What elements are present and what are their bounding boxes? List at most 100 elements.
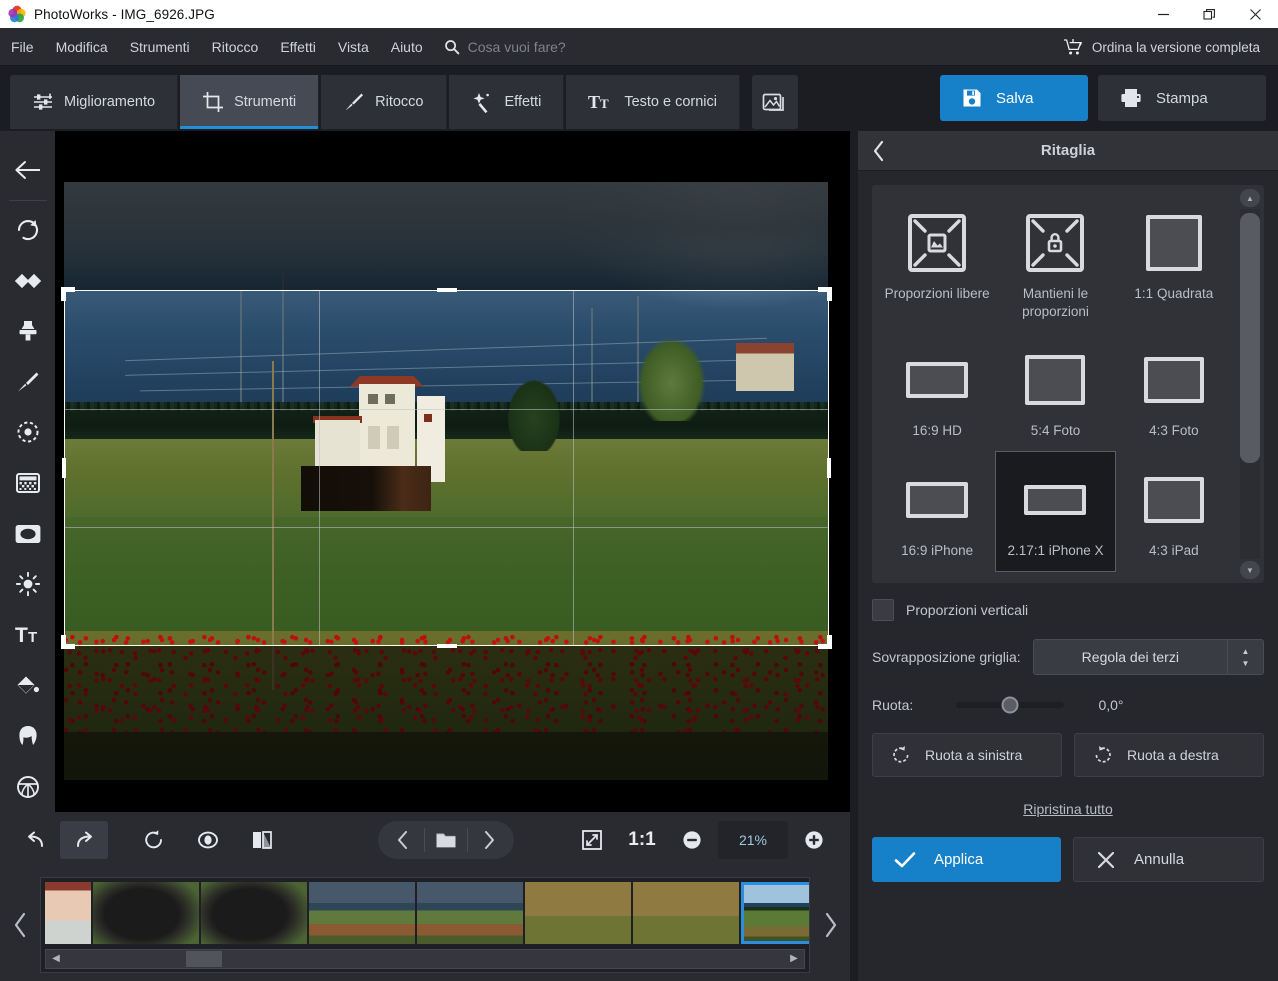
order-full-version-button[interactable]: Ordina la versione completa [1055, 28, 1268, 66]
previous-image-button[interactable] [382, 821, 424, 859]
rotate-slider[interactable] [956, 696, 1064, 714]
preset-scroll-thumb[interactable] [1240, 213, 1260, 463]
preset-16-9-hd[interactable]: 16:9 HD [878, 332, 996, 452]
next-image-button[interactable] [468, 821, 510, 859]
tab-ritocco[interactable]: Ritocco [321, 75, 447, 129]
compare-eye-button[interactable] [184, 821, 232, 859]
grid-overlay-select[interactable]: Regola dei terzi ▲ ▼ [1032, 639, 1264, 675]
zoom-out-button[interactable] [668, 821, 716, 859]
menu-ritocco[interactable]: Ritocco [201, 28, 270, 66]
gallery-button[interactable] [752, 75, 798, 129]
rotate-left-button[interactable]: Ruota a sinistra [872, 733, 1062, 777]
rotate-left-button[interactable] [130, 821, 178, 859]
maximize-restore-button[interactable] [1186, 0, 1232, 28]
photo-utility-pole [271, 361, 274, 691]
preset-mantieni-proporzioni[interactable]: Mantieni le proporzioni [996, 195, 1114, 332]
filmstrip-scroll-thumb[interactable] [186, 950, 222, 967]
print-label: Stampa [1156, 89, 1208, 107]
radial-filter-icon[interactable] [3, 407, 53, 458]
close-button[interactable] [1232, 0, 1278, 28]
portrait-icon[interactable] [3, 711, 53, 762]
menu-file[interactable]: File [0, 28, 45, 66]
zoom-level-display[interactable]: 21% [718, 821, 788, 859]
menu-aiuto[interactable]: Aiuto [380, 28, 434, 66]
open-folder-button[interactable] [425, 821, 467, 859]
list-item[interactable] [93, 881, 199, 944]
healing-patch-icon[interactable] [3, 255, 53, 306]
menu-vista[interactable]: Vista [327, 28, 380, 66]
search-box[interactable]: Cosa vuoi fare? [444, 39, 566, 55]
preset-proporzioni-libere[interactable]: Proporzioni libere [878, 195, 996, 332]
rotate-right-button[interactable]: Ruota a destra [1074, 733, 1264, 777]
panel-header: Ritaglia [858, 131, 1278, 171]
tab-miglioramento[interactable]: Miglioramento [10, 75, 179, 129]
svg-text:T: T [15, 624, 28, 646]
filmstrip-prev-button[interactable] [0, 868, 40, 981]
menu-effetti[interactable]: Effetti [269, 28, 327, 66]
actual-size-button[interactable]: 1:1 [618, 821, 666, 859]
fit-to-screen-button[interactable] [568, 821, 616, 859]
menu-strumenti[interactable]: Strumenti [119, 28, 201, 66]
filmstrip-scrollbar[interactable]: ◀ ▶ [45, 948, 805, 969]
list-item[interactable] [633, 881, 739, 944]
save-button[interactable]: Salva [940, 75, 1088, 121]
rect-icon [906, 340, 969, 420]
undo-button[interactable] [12, 821, 60, 859]
chevron-up-icon: ▲ [1241, 646, 1250, 656]
vertical-aspect-checkbox[interactable] [872, 599, 894, 621]
rotate-icon[interactable] [3, 205, 53, 256]
bottom-toolbar: 1:1 21% [0, 812, 850, 868]
preset-label: 4:3 Foto [1149, 423, 1199, 439]
list-item[interactable] [45, 881, 91, 944]
apply-button[interactable]: Applica [872, 837, 1061, 882]
preset-4-3-ipad[interactable]: 4:3 iPad [1115, 452, 1233, 572]
zoom-controls: 1:1 21% [568, 821, 838, 859]
preset-scrollbar[interactable]: ▲ ▼ [1239, 189, 1261, 579]
sphere-icon[interactable] [3, 761, 53, 812]
scroll-right-icon[interactable]: ▶ [784, 950, 804, 968]
tab-effetti[interactable]: Effetti [448, 75, 565, 129]
back-arrow-icon[interactable] [3, 145, 53, 196]
filmstrip-next-button[interactable] [810, 868, 850, 981]
preset-4-3-foto[interactable]: 4:3 Foto [1115, 332, 1233, 452]
scroll-left-icon[interactable]: ◀ [46, 950, 66, 968]
scroll-down-icon[interactable]: ▼ [1240, 561, 1260, 579]
printer-icon [1120, 88, 1142, 108]
list-item[interactable] [309, 881, 415, 944]
redo-button[interactable] [60, 821, 108, 859]
rotate-slider-knob[interactable] [1001, 696, 1019, 714]
crop-mask-bottom [55, 646, 850, 812]
brush-icon[interactable] [3, 356, 53, 407]
preset-2-17-1-iphone-x[interactable]: 2.17:1 iPhone X [995, 450, 1116, 573]
order-label: Ordina la versione completa [1091, 39, 1260, 55]
preset-scroll-track[interactable] [1240, 209, 1260, 559]
clone-stamp-icon[interactable] [3, 306, 53, 357]
tab-testo-cornici[interactable]: T T Testo e cornici [566, 75, 740, 129]
vignette-icon[interactable] [3, 508, 53, 559]
grid-overlay-stepper[interactable]: ▲ ▼ [1227, 640, 1263, 674]
preset-16-9-iphone[interactable]: 16:9 iPhone [878, 452, 996, 572]
preset-1-1-quadrata[interactable]: 1:1 Quadrata [1115, 195, 1233, 332]
minimize-button[interactable] [1140, 0, 1186, 28]
list-item[interactable] [201, 881, 307, 944]
reset-all-link[interactable]: Ripristina tutto [858, 801, 1278, 817]
preset-5-4-foto[interactable]: 5:4 Foto [996, 332, 1114, 452]
menu-modifica[interactable]: Modifica [45, 28, 119, 66]
panel-back-button[interactable] [858, 131, 900, 171]
before-after-button[interactable] [238, 821, 286, 859]
print-button[interactable]: Stampa [1098, 75, 1266, 121]
fill-bucket-icon[interactable] [3, 660, 53, 711]
gradient-filter-icon[interactable] [3, 458, 53, 509]
brightness-icon[interactable] [3, 559, 53, 610]
scroll-up-icon[interactable]: ▲ [1240, 189, 1260, 207]
list-item[interactable] [525, 881, 631, 944]
tab-strumenti[interactable]: Strumenti [180, 75, 320, 129]
list-item-selected[interactable] [741, 881, 809, 944]
image-canvas[interactable] [55, 131, 850, 812]
cancel-button[interactable]: Annulla [1073, 837, 1264, 882]
text-icon[interactable]: T T [3, 610, 53, 661]
list-item[interactable] [417, 881, 523, 944]
mode-tab-bar: Miglioramento Strumenti Ritocco Effetti … [0, 67, 1278, 130]
zoom-in-button[interactable] [790, 821, 838, 859]
farmhouse-window [367, 393, 378, 405]
